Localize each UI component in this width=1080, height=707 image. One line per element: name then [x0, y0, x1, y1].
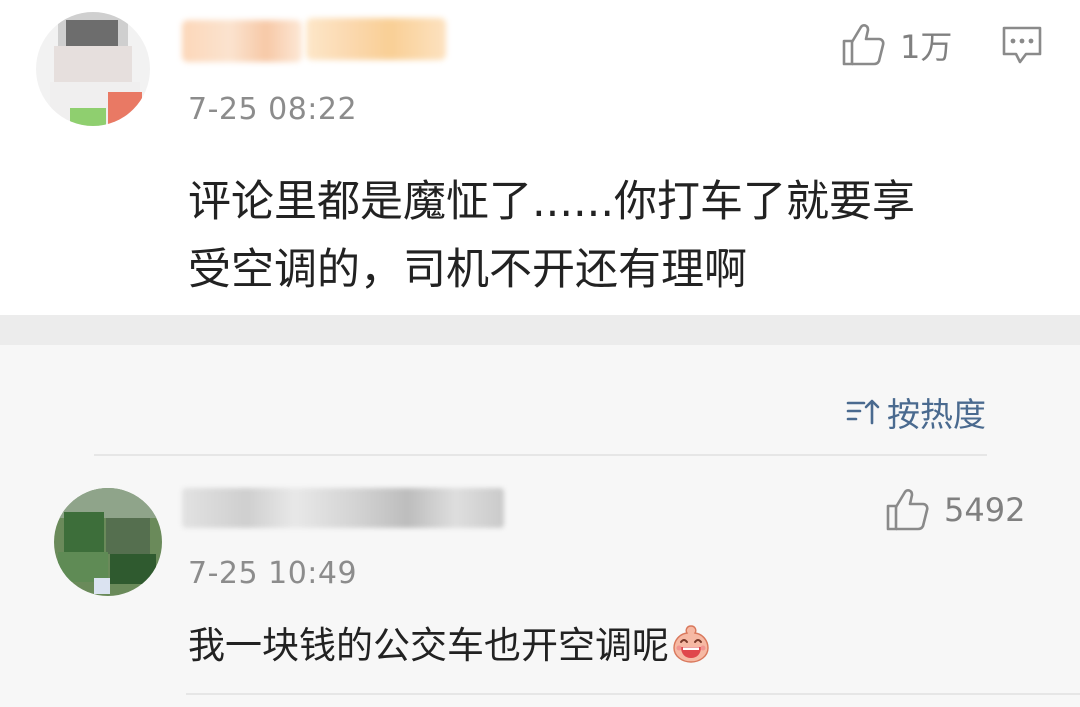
reply-like-count: 5492 [944, 491, 1026, 529]
divider [186, 693, 1080, 695]
reply-text: 我一块钱的公交车也开空调呢 [188, 624, 669, 667]
username-blurred[interactable] [182, 20, 302, 62]
comment-text-line-1: 评论里都是魔怔了......你打车了就要享 [188, 177, 916, 227]
thumbs-up-icon [886, 489, 929, 531]
avatar[interactable] [36, 12, 150, 126]
like-count: 1万 [900, 28, 953, 66]
thumbs-up-icon [842, 24, 885, 66]
main-comment: 7-25 08:22 1万 评论里都是魔怔了......你打车了就要享 受空调的… [0, 0, 1080, 315]
sort-by-hot-button[interactable]: 按热度 [845, 388, 986, 436]
comment-text-line-2: 受空调的，司机不开还有理啊 [188, 245, 747, 295]
divider [94, 454, 987, 456]
comment-text: 评论里都是魔怔了......你打车了就要享 受空调的，司机不开还有理啊 [188, 168, 915, 304]
reply-like-button[interactable]: 5492 [884, 488, 1025, 532]
sort-icon [846, 399, 880, 425]
section-separator [0, 315, 1080, 345]
comment-timestamp: 7-25 08:22 [188, 92, 358, 127]
laughing-emoji-icon [673, 625, 709, 663]
reply-timestamp: 7-25 10:49 [188, 556, 358, 591]
reply-username-blurred[interactable] [182, 488, 504, 528]
sort-label: 按热度 [887, 395, 986, 434]
username-badge-blurred [306, 18, 446, 60]
reply-avatar[interactable] [54, 488, 162, 596]
reply-text-row: 我一块钱的公交车也开空调呢 [188, 618, 711, 674]
comment-icon[interactable] [1000, 24, 1044, 66]
like-button[interactable]: 1万 [840, 22, 952, 68]
